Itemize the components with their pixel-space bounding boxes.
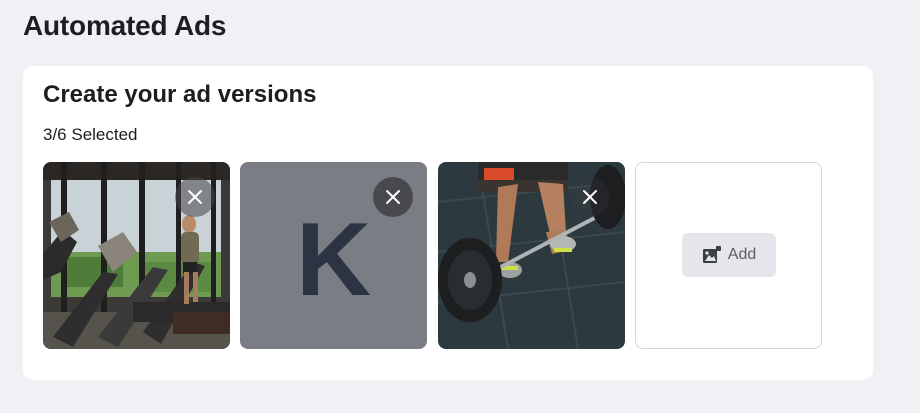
remove-thumbnail-button[interactable] xyxy=(175,177,215,217)
page-title: Automated Ads xyxy=(23,10,227,41)
ad-version-thumbnail[interactable] xyxy=(43,162,230,349)
ad-version-thumbnail[interactable] xyxy=(438,162,625,349)
ad-version-thumbnail[interactable]: K xyxy=(240,162,427,349)
remove-thumbnail-button[interactable] xyxy=(570,177,610,217)
close-icon xyxy=(188,190,202,204)
close-icon xyxy=(583,190,597,204)
card-title: Create your ad versions xyxy=(43,81,317,108)
remove-thumbnail-button[interactable] xyxy=(373,177,413,217)
selected-count: 3/6 Selected xyxy=(43,125,138,144)
add-ad-version-tile[interactable]: Add xyxy=(635,162,822,349)
ad-versions-card: Create your ad versions 3/6 Selected K A… xyxy=(23,66,873,380)
close-icon xyxy=(386,190,400,204)
add-button[interactable]: Add xyxy=(682,233,776,277)
add-image-icon xyxy=(702,246,721,263)
add-button-label: Add xyxy=(727,246,757,263)
